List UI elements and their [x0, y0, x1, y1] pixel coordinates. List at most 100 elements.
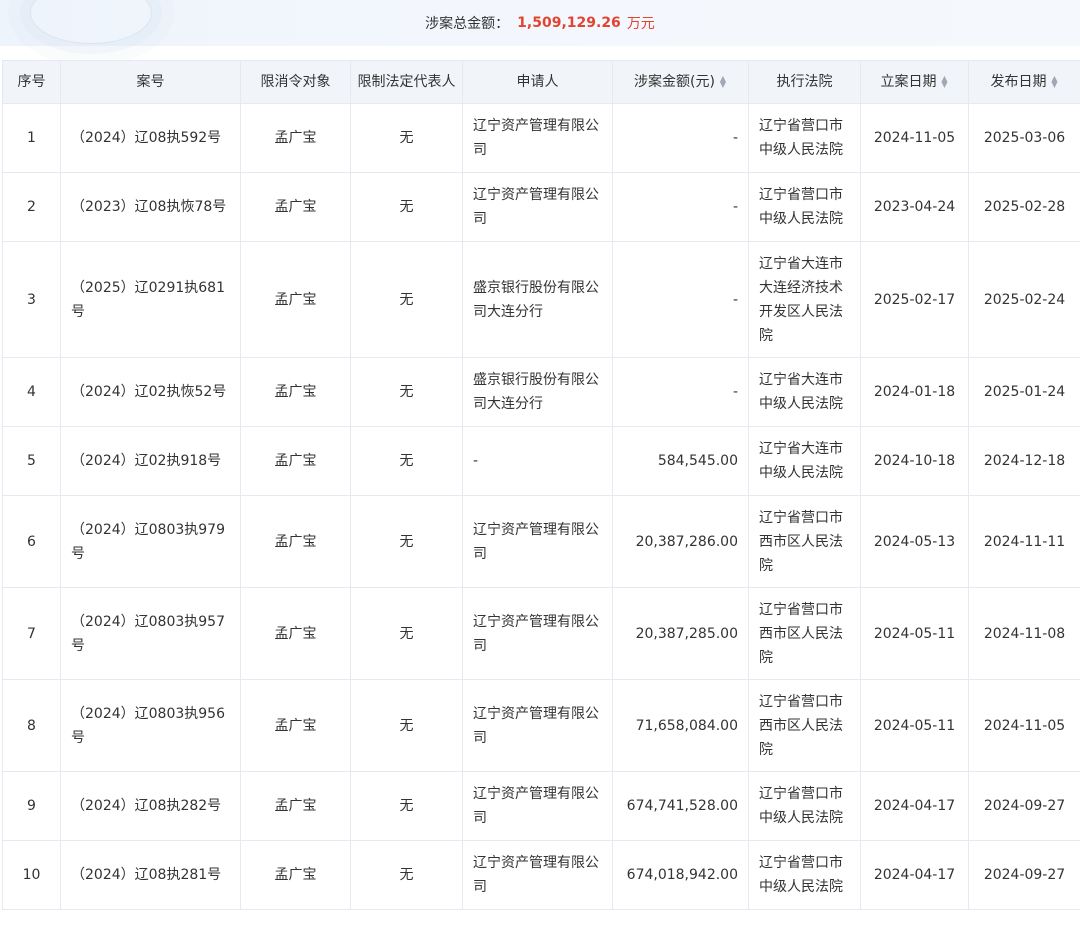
cell-filed-date: 2024-05-11	[860, 679, 969, 772]
table-row: 10 （2024）辽08执281号 孟广宝 无 辽宁资产管理有限公司 674,0…	[2, 840, 1080, 910]
cell-applicant-link[interactable]: 辽宁资产管理有限公司	[462, 587, 613, 680]
table-row: 8 （2024）辽0803执956号 孟广宝 无 辽宁资产管理有限公司 71,6…	[2, 679, 1080, 772]
cell-filed-date: 2024-05-13	[860, 495, 969, 588]
cell-court: 辽宁省大连市中级人民法院	[748, 426, 861, 496]
cell-applicant-link[interactable]: 辽宁资产管理有限公司	[462, 679, 613, 772]
table-row: 5 （2024）辽02执918号 孟广宝 无 - 584,545.00 辽宁省大…	[2, 426, 1080, 496]
cell-court: 辽宁省营口市中级人民法院	[748, 103, 861, 173]
cell-published-date: 2024-11-05	[968, 679, 1080, 772]
cell-filed-date: 2024-05-11	[860, 587, 969, 680]
cell-legal-rep: 无	[350, 357, 463, 427]
cell-idx: 7	[2, 587, 61, 680]
total-amount-banner: 涉案总金额： 1,509,129.26 万元	[0, 0, 1080, 46]
cell-idx: 2	[2, 172, 61, 242]
cell-applicant-link[interactable]: 辽宁资产管理有限公司	[462, 172, 613, 242]
cell-published-date: 2025-03-06	[968, 103, 1080, 173]
cell-target-link[interactable]: 孟广宝	[240, 426, 351, 496]
cell-case-no-link[interactable]: （2024）辽0803执957号	[60, 587, 241, 680]
cell-idx: 9	[2, 771, 61, 841]
cell-filed-date: 2024-11-05	[860, 103, 969, 173]
cell-court: 辽宁省营口市中级人民法院	[748, 840, 861, 910]
cell-target-link[interactable]: 孟广宝	[240, 103, 351, 173]
cell-legal-rep: 无	[350, 840, 463, 910]
cell-published-date: 2024-11-11	[968, 495, 1080, 588]
header-filed-label: 立案日期	[880, 74, 937, 90]
sort-icon[interactable]: ▲ ▼	[719, 75, 727, 89]
total-amount-label: 涉案总金额：	[425, 16, 510, 32]
header-target: 限消令对象	[240, 60, 351, 104]
cell-court: 辽宁省营口市西市区人民法院	[748, 587, 861, 680]
cell-case-no-link[interactable]: （2024）辽02执恢52号	[60, 357, 241, 427]
cell-published-date: 2025-01-24	[968, 357, 1080, 427]
cell-applicant-link[interactable]: 盛京银行股份有限公司大连分行	[462, 357, 613, 427]
cell-case-no-link[interactable]: （2024）辽08执281号	[60, 840, 241, 910]
cell-case-no-link[interactable]: （2024）辽02执918号	[60, 426, 241, 496]
header-case-no: 案号	[60, 60, 241, 104]
header-published-label: 发布日期	[990, 74, 1047, 90]
cell-amount: 674,018,942.00	[612, 840, 749, 910]
cell-amount: -	[612, 172, 749, 242]
cell-filed-date: 2024-10-18	[860, 426, 969, 496]
header-filed[interactable]: 立案日期 ▲ ▼	[860, 60, 969, 104]
cell-case-no-link[interactable]: （2025）辽0291执681号	[60, 241, 241, 358]
cell-idx: 3	[2, 241, 61, 358]
cell-target-link[interactable]: 孟广宝	[240, 172, 351, 242]
cell-amount: 71,658,084.00	[612, 679, 749, 772]
cell-target-link[interactable]: 孟广宝	[240, 241, 351, 358]
cell-idx: 8	[2, 679, 61, 772]
header-applicant: 申请人	[462, 60, 613, 104]
cell-legal-rep: 无	[350, 426, 463, 496]
cell-applicant-link[interactable]: 辽宁资产管理有限公司	[462, 103, 613, 173]
table-row: 4 （2024）辽02执恢52号 孟广宝 无 盛京银行股份有限公司大连分行 - …	[2, 357, 1080, 427]
cell-applicant-link[interactable]: 辽宁资产管理有限公司	[462, 771, 613, 841]
cell-applicant-link[interactable]: 辽宁资产管理有限公司	[462, 495, 613, 588]
cell-target-link[interactable]: 孟广宝	[240, 771, 351, 841]
cell-applicant-link[interactable]: 盛京银行股份有限公司大连分行	[462, 241, 613, 358]
cell-target-link[interactable]: 孟广宝	[240, 587, 351, 680]
sort-icon[interactable]: ▲ ▼	[941, 75, 949, 89]
cell-filed-date: 2024-04-17	[860, 771, 969, 841]
cell-filed-date: 2023-04-24	[860, 172, 969, 242]
cell-idx: 4	[2, 357, 61, 427]
sort-icon[interactable]: ▲ ▼	[1051, 75, 1059, 89]
cell-amount: 20,387,285.00	[612, 587, 749, 680]
cell-published-date: 2024-09-27	[968, 840, 1080, 910]
cell-amount: 674,741,528.00	[612, 771, 749, 841]
header-court: 执行法院	[748, 60, 861, 104]
cell-idx: 5	[2, 426, 61, 496]
cell-case-no-link[interactable]: （2024）辽08执282号	[60, 771, 241, 841]
cell-amount: -	[612, 357, 749, 427]
header-legal-rep: 限制法定代表人	[350, 60, 463, 104]
cell-target-link[interactable]: 孟广宝	[240, 679, 351, 772]
cell-idx: 6	[2, 495, 61, 588]
cell-legal-rep: 无	[350, 771, 463, 841]
total-amount-unit: 万元	[626, 16, 655, 32]
cell-amount: 584,545.00	[612, 426, 749, 496]
cell-case-no-link[interactable]: （2024）辽0803执956号	[60, 679, 241, 772]
cell-filed-date: 2024-04-17	[860, 840, 969, 910]
cell-case-no-link[interactable]: （2024）辽08执592号	[60, 103, 241, 173]
cell-amount: -	[612, 103, 749, 173]
table-header-row: 序号 案号 限消令对象 限制法定代表人 申请人 涉案金额(元) ▲ ▼ 执行法院 立…	[2, 60, 1080, 104]
cell-court: 辽宁省营口市西市区人民法院	[748, 495, 861, 588]
cell-filed-date: 2025-02-17	[860, 241, 969, 358]
cell-published-date: 2024-09-27	[968, 771, 1080, 841]
cell-legal-rep: 无	[350, 241, 463, 358]
table-row: 7 （2024）辽0803执957号 孟广宝 无 辽宁资产管理有限公司 20,3…	[2, 587, 1080, 680]
cell-published-date: 2025-02-28	[968, 172, 1080, 242]
cell-court: 辽宁省营口市中级人民法院	[748, 771, 861, 841]
cell-legal-rep: 无	[350, 587, 463, 680]
cell-case-no-link[interactable]: （2024）辽0803执979号	[60, 495, 241, 588]
cell-legal-rep: 无	[350, 495, 463, 588]
watermark-logo	[30, 0, 152, 44]
cell-target-link[interactable]: 孟广宝	[240, 357, 351, 427]
cell-case-no-link[interactable]: （2023）辽08执恢78号	[60, 172, 241, 242]
cell-target-link[interactable]: 孟广宝	[240, 495, 351, 588]
table-row: 9 （2024）辽08执282号 孟广宝 无 辽宁资产管理有限公司 674,74…	[2, 771, 1080, 841]
cell-amount: -	[612, 241, 749, 358]
header-amount[interactable]: 涉案金额(元) ▲ ▼	[612, 60, 749, 104]
cell-target-link[interactable]: 孟广宝	[240, 840, 351, 910]
cell-court: 辽宁省大连市大连经济技术开发区人民法院	[748, 241, 861, 358]
cell-applicant-link[interactable]: 辽宁资产管理有限公司	[462, 840, 613, 910]
header-published[interactable]: 发布日期 ▲ ▼	[968, 60, 1080, 104]
